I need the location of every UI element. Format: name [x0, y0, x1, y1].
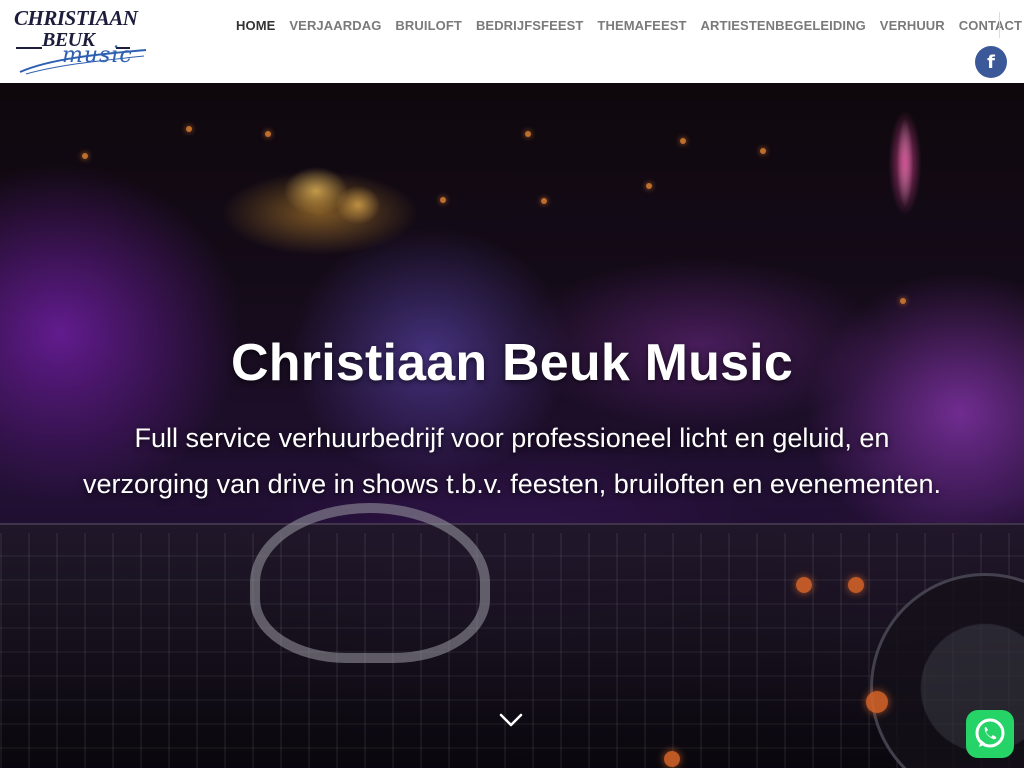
nav-item-artiestenbegeleiding[interactable]: ARTIESTENBEGELEIDING	[701, 18, 866, 33]
whatsapp-glyph-icon	[975, 718, 1005, 748]
chevron-down-icon[interactable]	[498, 707, 524, 733]
nav-item-verhuur[interactable]: VERHUUR	[880, 18, 945, 33]
hero-subtitle: Full service verhuurbedrijf voor profess…	[40, 415, 984, 507]
logo-text-christiaan: CHRISTIAAN	[14, 6, 138, 30]
nav-item-bruiloft[interactable]: BRUILOFT	[395, 18, 462, 33]
hero-subtitle-line: verzorging van drive in shows t.b.v. fee…	[83, 469, 941, 499]
logo-text-music: music	[62, 43, 133, 68]
hero-title: Christiaan Beuk Music	[231, 334, 793, 392]
main-nav: HOME VERJAARDAG BRUILOFT BEDRIJFSFEEST T…	[236, 17, 1022, 33]
nav-item-verjaardag[interactable]: VERJAARDAG	[289, 18, 381, 33]
site-header: CHRISTIAAN BEUK music HOME VERJAARDAG BR…	[0, 0, 1024, 83]
hero-section: Christiaan Beuk Music Full service verhu…	[0, 83, 1024, 768]
hero-subtitle-line: Full service verhuurbedrijf voor profess…	[134, 423, 890, 453]
nav-divider	[999, 12, 1000, 38]
facebook-icon[interactable]: f	[975, 46, 1007, 78]
nav-item-themafeest[interactable]: THEMAFEEST	[597, 18, 686, 33]
nav-item-home[interactable]: HOME	[236, 18, 275, 33]
logo[interactable]: CHRISTIAAN BEUK music	[12, 6, 152, 76]
whatsapp-icon[interactable]	[966, 710, 1014, 758]
nav-item-bedrijfsfeest[interactable]: BEDRIJFSFEEST	[476, 18, 583, 33]
nav-item-contact[interactable]: CONTACT	[959, 18, 1022, 33]
